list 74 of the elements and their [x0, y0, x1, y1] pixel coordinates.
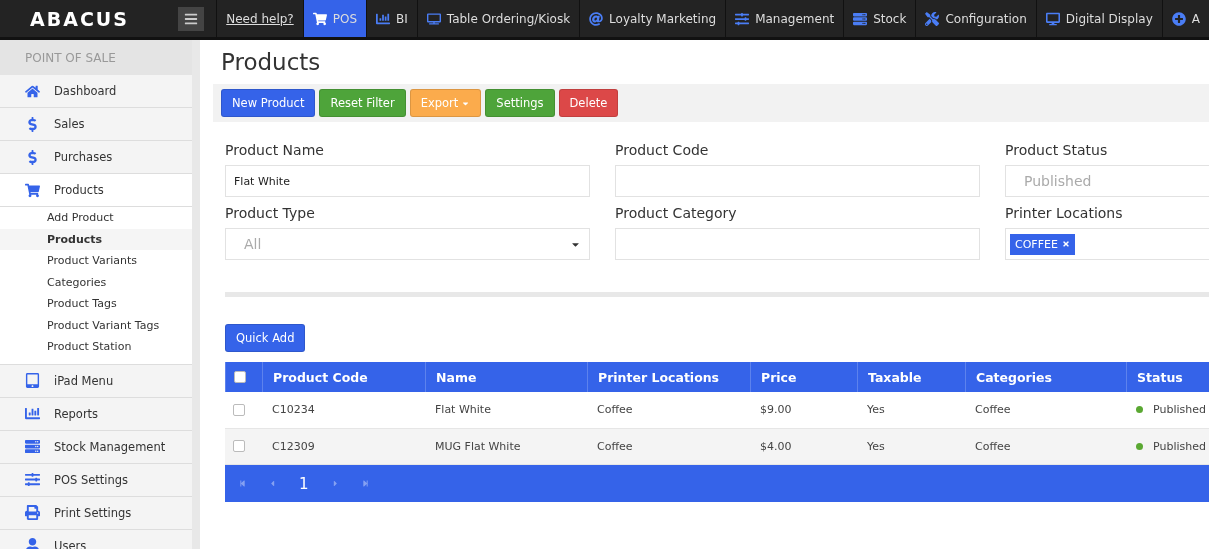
bar-chart-icon — [376, 11, 390, 26]
sliders-icon — [735, 11, 750, 26]
input-field[interactable]: COFFEE — [1005, 228, 1209, 260]
sidebar-subitem[interactable]: Product Variant Tags — [0, 314, 192, 336]
tablet-icon — [25, 373, 40, 388]
table-cell-text: Coffee — [596, 438, 634, 455]
nav-tab[interactable]: Digital Display — [1035, 0, 1162, 37]
nav-tab[interactable]: Configuration — [915, 0, 1036, 37]
table-cell-text: $4.00 — [759, 438, 793, 455]
input-field[interactable] — [615, 228, 980, 260]
home-icon — [25, 83, 40, 99]
table-cell-text: MUG Flat White — [434, 438, 522, 455]
last-page-icon[interactable] — [361, 480, 369, 487]
nav-tab[interactable]: Need help? — [216, 0, 303, 37]
sidebar-subitem[interactable]: Categories — [0, 271, 192, 293]
field-label: Product Type — [225, 204, 316, 223]
field-label: Printer Locations — [1005, 204, 1124, 223]
tv-icon — [426, 11, 441, 26]
printer-icon — [25, 505, 40, 520]
field-label: Product Status — [1005, 141, 1109, 160]
field-label: Product Code — [615, 141, 710, 160]
sidebar-heading: POINT OF SALE — [0, 40, 192, 75]
first-page-icon[interactable] — [239, 480, 246, 487]
tools-icon — [925, 11, 940, 26]
table-cell-text: C10234 — [271, 402, 316, 419]
nav-tab[interactable]: A — [1161, 0, 1209, 37]
menu-icon — [183, 11, 198, 26]
table-cell-text: C12309 — [271, 438, 316, 455]
nav-tab[interactable]: Management — [725, 0, 844, 37]
table-cell-text: Flat White — [434, 402, 492, 419]
sidebar-subitem[interactable]: Products — [0, 228, 192, 250]
input-field[interactable]: Flat White — [225, 165, 590, 197]
page-title: Products — [220, 48, 322, 77]
table-cell-text: Yes — [866, 438, 886, 455]
table-cell-text: Yes — [866, 402, 886, 419]
sidebar-subitem[interactable]: Product Tags — [0, 293, 192, 315]
nav-tab[interactable]: BI — [366, 0, 417, 37]
table-cell-text: Coffee — [596, 402, 634, 419]
checkbox[interactable] — [234, 371, 246, 383]
nav-tab[interactable]: Stock — [843, 0, 916, 37]
quick-add-button[interactable]: Quick Add — [225, 324, 306, 352]
nav-tab[interactable]: Table Ordering/Kiosk — [416, 0, 580, 37]
tag-chip[interactable]: COFFEE — [1010, 233, 1075, 255]
field-label: Product Category — [615, 204, 738, 223]
table-cell-text: Coffee — [974, 402, 1012, 419]
bar-chart-icon — [25, 406, 40, 421]
field-label: Product Name — [225, 141, 325, 160]
monitor-icon — [1045, 11, 1060, 26]
brand-logo: ABACUS — [29, 7, 130, 30]
toolbar-button[interactable]: New Product — [221, 89, 316, 117]
stack-icon — [25, 439, 40, 454]
checkbox[interactable] — [233, 403, 245, 416]
at-sign-icon — [589, 11, 604, 26]
table-cell-text: Coffee — [974, 438, 1012, 455]
cart-icon — [312, 11, 327, 26]
remove-icon[interactable] — [1061, 240, 1070, 248]
cart-icon — [25, 182, 40, 198]
sidebar-subitem[interactable]: Add Product — [0, 207, 192, 229]
sidebar-subitem[interactable]: Product Variants — [0, 250, 192, 272]
menu-button[interactable] — [177, 6, 205, 31]
nav-tab[interactable]: Loyalty Marketing — [579, 0, 726, 37]
user-icon — [25, 538, 40, 549]
sliders-icon — [25, 472, 40, 487]
input-field[interactable] — [615, 165, 980, 197]
status-text: Published — [1153, 403, 1206, 417]
status-text: Published — [1153, 439, 1206, 453]
table-cell-text: $9.00 — [759, 402, 793, 419]
previous-page-icon[interactable] — [268, 479, 277, 488]
toolbar-button[interactable]: Delete — [558, 89, 619, 117]
page-number[interactable]: 1 — [299, 474, 309, 493]
sidebar-subitem[interactable]: Product Station — [0, 336, 192, 358]
nav-tab[interactable]: POS — [302, 0, 366, 37]
stack-icon — [853, 11, 868, 26]
checkbox[interactable] — [233, 440, 245, 453]
